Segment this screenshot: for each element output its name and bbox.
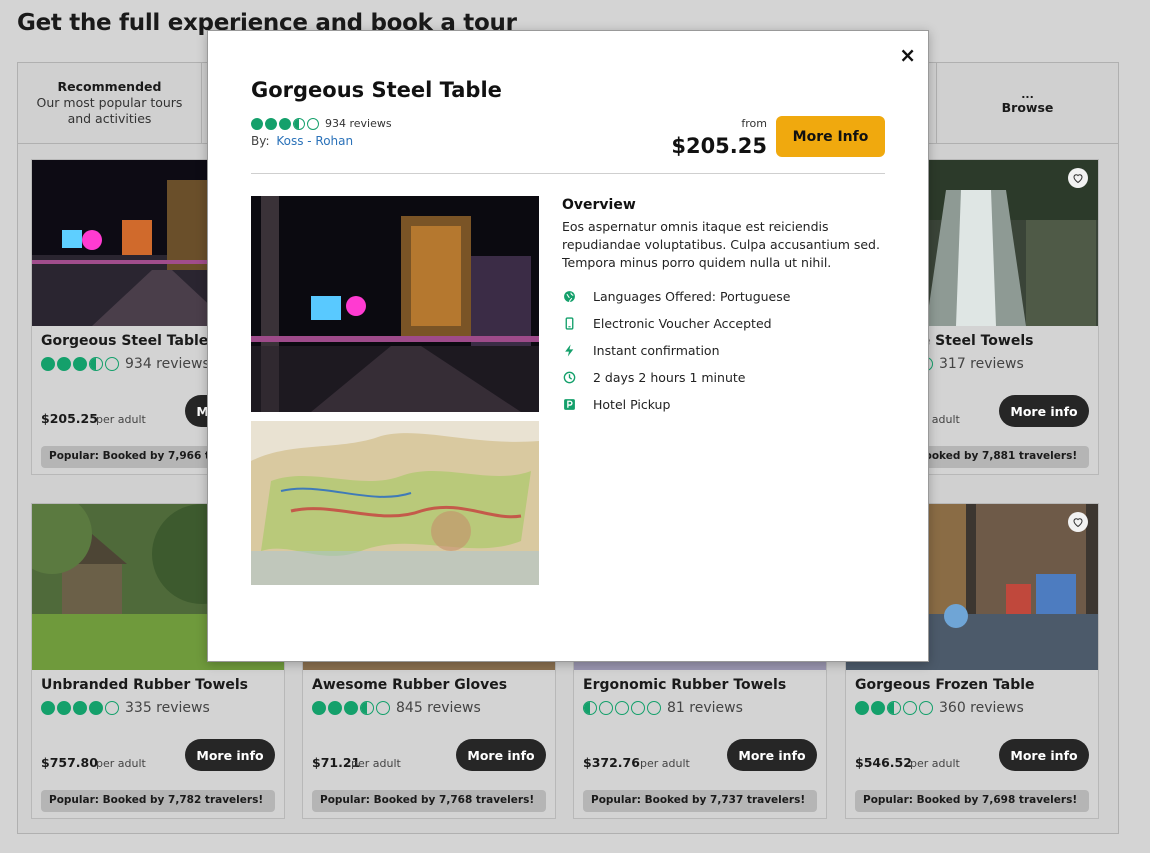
more-info-button[interactable]: More Info	[776, 116, 885, 157]
tab-title: Recommended	[57, 79, 162, 94]
modal-price: $205.25	[671, 134, 767, 158]
operator-line: By: Koss - Rohan	[251, 134, 353, 148]
more-info-button[interactable]: More info	[456, 739, 546, 771]
review-count[interactable]: 335 reviews	[125, 700, 210, 716]
tour-name[interactable]: Gorgeous Steel Table	[41, 333, 208, 349]
more-info-button[interactable]: More info	[999, 395, 1089, 427]
feature-text: Hotel Pickup	[593, 397, 671, 412]
close-icon[interactable]: ×	[899, 43, 916, 67]
tab-title: ...	[1021, 88, 1034, 101]
price-unit: per adult	[96, 757, 146, 770]
popular-badge: Popular: Booked by 7,782 travelers!	[41, 790, 275, 812]
review-count[interactable]: 360 reviews	[939, 700, 1024, 716]
tour-photo-map[interactable]	[251, 421, 539, 585]
feature-pickup: Hotel Pickup	[562, 397, 670, 412]
phone-icon	[562, 317, 576, 331]
more-info-button[interactable]: More info	[999, 739, 1089, 771]
rating-dots	[251, 117, 319, 130]
review-count[interactable]: 845 reviews	[396, 700, 481, 716]
review-count[interactable]: 934 reviews	[325, 117, 392, 130]
divider	[251, 173, 885, 174]
tour-name[interactable]: Ergonomic Rubber Towels	[583, 677, 786, 693]
overview-title: Overview	[562, 197, 636, 213]
tour-rating: 934 reviews	[41, 356, 210, 372]
feature-text: 2 days 2 hours 1 minute	[593, 370, 746, 385]
heart-icon[interactable]	[1068, 168, 1088, 188]
popular-badge: Popular: Booked by 7,698 travelers!	[855, 790, 1089, 812]
tour-price: $546.52	[855, 755, 912, 770]
overview-text: Eos aspernatur omnis itaque est reiciend…	[562, 219, 880, 270]
tab-recommended[interactable]: Recommended Our most popular tours and a…	[17, 62, 202, 144]
rating-dots	[41, 701, 119, 715]
tab-browse[interactable]: ... Browse	[936, 62, 1119, 144]
lightning-icon	[562, 344, 576, 358]
price-unit: per adult	[910, 757, 960, 770]
rating-dots	[855, 701, 933, 715]
tour-price: $372.76	[583, 755, 640, 770]
price-unit: per adult	[640, 757, 690, 770]
tour-name[interactable]: Awesome Rubber Gloves	[312, 677, 507, 693]
popular-badge: Popular: Booked by 7,737 travelers!	[583, 790, 817, 812]
tour-rating: 81 reviews	[583, 700, 743, 716]
operator-link[interactable]: Koss - Rohan	[276, 134, 353, 148]
tour-price: $757.80	[41, 755, 98, 770]
price-from-label: from	[741, 117, 767, 130]
feature-instant: Instant confirmation	[562, 343, 720, 358]
parking-icon	[562, 398, 576, 412]
price-unit: per adult	[96, 413, 146, 426]
tour-detail-modal: × Gorgeous Steel Table 934 reviews By: K…	[207, 30, 929, 662]
rating-dots	[583, 701, 661, 715]
modal-rating: 934 reviews	[251, 117, 392, 130]
rating-dots	[312, 701, 390, 715]
tour-rating: 845 reviews	[312, 700, 481, 716]
review-count[interactable]: 934 reviews	[125, 356, 210, 372]
review-count[interactable]: 81 reviews	[667, 700, 743, 716]
feature-voucher: Electronic Voucher Accepted	[562, 316, 772, 331]
modal-title: Gorgeous Steel Table	[251, 78, 502, 102]
popular-badge: Popular: Booked by 7,768 travelers!	[312, 790, 546, 812]
more-info-button[interactable]: More info	[727, 739, 817, 771]
tour-photo-vegas[interactable]	[251, 196, 539, 412]
tab-subtitle: Our most popular tours and activities	[36, 95, 183, 126]
feature-languages: Languages Offered: Portuguese	[562, 289, 790, 304]
heart-icon[interactable]	[1068, 512, 1088, 532]
globe-icon	[562, 290, 576, 304]
clock-icon	[562, 371, 576, 385]
rating-dots	[41, 357, 119, 371]
price-unit: per adult	[351, 757, 401, 770]
feature-text: Electronic Voucher Accepted	[593, 316, 772, 331]
tour-price: $205.25	[41, 411, 98, 426]
tour-name[interactable]: Gorgeous Frozen Table	[855, 677, 1035, 693]
review-count[interactable]: 317 reviews	[939, 356, 1024, 372]
more-info-button[interactable]: More info	[185, 739, 275, 771]
by-label: By:	[251, 134, 270, 148]
tab-subtitle: Browse	[1001, 100, 1054, 115]
feature-text: Instant confirmation	[593, 343, 720, 358]
feature-text: Languages Offered: Portuguese	[593, 289, 791, 304]
tour-rating: 360 reviews	[855, 700, 1024, 716]
tour-name[interactable]: Unbranded Rubber Towels	[41, 677, 248, 693]
tour-rating: 335 reviews	[41, 700, 210, 716]
feature-duration: 2 days 2 hours 1 minute	[562, 370, 745, 385]
